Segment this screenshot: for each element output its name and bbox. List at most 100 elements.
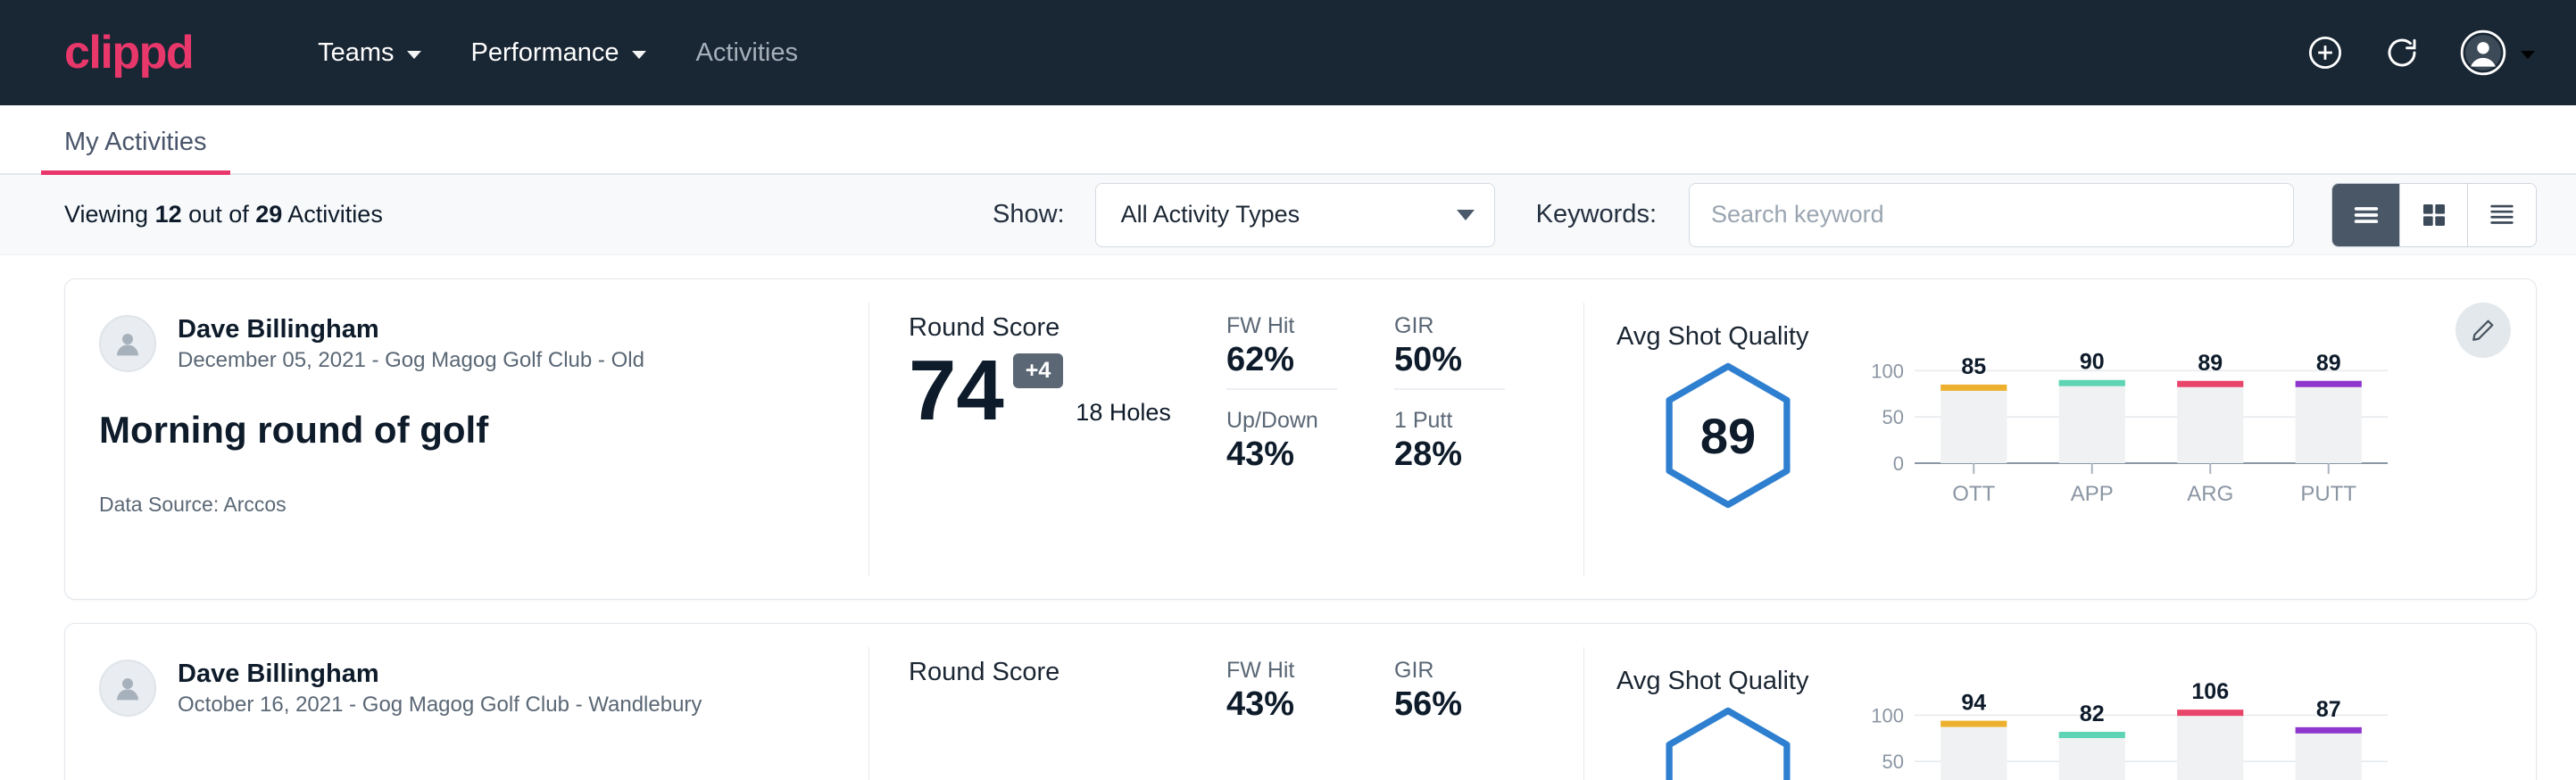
svg-text:94: 94 — [1961, 691, 1986, 716]
stat-gir-value: 50% — [1394, 341, 1505, 379]
activity-card[interactable]: Dave Billingham October 16, 2021 - Gog M… — [64, 623, 2537, 780]
activity-meta: October 16, 2021 - Gog Magog Golf Club -… — [178, 693, 702, 718]
svg-text:OTT: OTT — [1952, 482, 1995, 506]
round-score-label: Round Score — [909, 658, 1209, 687]
avg-shot-quality-section: Avg Shot Quality 05010094OTT82APP106ARG8… — [1584, 624, 2536, 780]
activity-card[interactable]: Dave Billingham December 05, 2021 - Gog … — [64, 278, 2537, 600]
svg-text:50: 50 — [1882, 751, 1904, 773]
activity-author: Dave Billingham December 05, 2021 - Gog … — [99, 313, 868, 373]
stat-gir-label: GIR — [1394, 658, 1505, 684]
nav-item-activities[interactable]: Activities — [671, 38, 823, 68]
search-input[interactable] — [1689, 183, 2294, 247]
chevron-down-icon — [632, 51, 646, 59]
stat-up-down-value: 43% — [1226, 436, 1337, 474]
list-view-icon — [2351, 200, 2381, 230]
stat-fw-hit-value: 62% — [1226, 341, 1337, 379]
viewing-count-text: Viewing 12 out of 29 Activities — [64, 201, 383, 228]
svg-text:0: 0 — [1893, 452, 1904, 475]
nav-item-teams-label: Teams — [318, 38, 394, 68]
author-name: Dave Billingham — [178, 658, 702, 690]
round-score-value: 74 — [909, 348, 1004, 434]
svg-text:APP: APP — [2071, 482, 2114, 506]
avg-shot-quality-hexagon — [1662, 707, 1794, 780]
person-icon — [110, 326, 145, 361]
compact-list-icon — [2487, 200, 2517, 230]
add-circle-icon[interactable] — [2306, 34, 2344, 71]
nav-item-teams[interactable]: Teams — [293, 38, 445, 68]
stat-one-putt: 1 Putt 28% — [1394, 408, 1505, 483]
svg-text:106: 106 — [2191, 683, 2229, 704]
svg-text:ARG: ARG — [2187, 482, 2233, 506]
tab-my-activities[interactable]: My Activities — [41, 128, 230, 173]
stat-gir-value: 56% — [1394, 685, 1505, 724]
activity-data-source: Data Source: Arccos — [99, 493, 868, 517]
account-menu[interactable] — [2460, 29, 2535, 76]
view-mode-list[interactable] — [2332, 184, 2400, 246]
keywords-label: Keywords: — [1536, 200, 1657, 229]
score-to-par-badge: +4 — [1013, 353, 1064, 388]
filter-toolbar: Viewing 12 out of 29 Activities Show: Al… — [0, 175, 2576, 255]
view-mode-grid[interactable] — [2400, 184, 2468, 246]
activity-type-select[interactable]: All Activity Types — [1095, 183, 1495, 247]
refresh-icon[interactable] — [2383, 34, 2421, 71]
svg-text:PUTT: PUTT — [2300, 482, 2356, 506]
activity-meta: December 05, 2021 - Gog Magog Golf Club … — [178, 348, 644, 373]
view-mode-compact[interactable] — [2468, 184, 2536, 246]
avg-shot-quality-value — [1662, 707, 1794, 780]
nav-right-actions — [2306, 29, 2535, 76]
stat-fw-hit-label: FW Hit — [1226, 313, 1337, 339]
stat-up-down: Up/Down 43% — [1226, 408, 1337, 483]
stat-fw-hit: FW Hit 62% — [1226, 313, 1337, 390]
activity-title: Morning round of golf — [99, 409, 868, 452]
round-score-section: Round Score 74 +4 18 Holes — [869, 279, 1209, 599]
stat-one-putt-value: 28% — [1394, 436, 1505, 474]
avatar — [99, 660, 156, 717]
stat-fw-hit: FW Hit 43% — [1226, 658, 1337, 733]
viewing-total: 29 — [255, 201, 282, 228]
svg-text:87: 87 — [2316, 697, 2341, 722]
show-label: Show: — [993, 200, 1065, 229]
stat-fw-hit-value: 43% — [1226, 685, 1337, 724]
activity-summary: Dave Billingham October 16, 2021 - Gog M… — [65, 624, 868, 780]
stat-up-down-label: Up/Down — [1226, 408, 1337, 434]
chevron-down-icon — [1457, 210, 1475, 220]
edit-pencil-icon — [2470, 317, 2497, 344]
edit-activity-button[interactable] — [2456, 303, 2511, 358]
page-tab-bar: My Activities — [0, 105, 2576, 175]
activity-type-select-value: All Activity Types — [1121, 201, 1300, 228]
svg-text:90: 90 — [2080, 350, 2105, 375]
stat-gir-label: GIR — [1394, 313, 1505, 339]
svg-text:100: 100 — [1871, 360, 1904, 382]
svg-text:89: 89 — [2198, 351, 2223, 376]
svg-text:85: 85 — [1961, 354, 1986, 379]
avatar — [99, 315, 156, 372]
activity-author: Dave Billingham October 16, 2021 - Gog M… — [99, 658, 868, 718]
activity-summary: Dave Billingham December 05, 2021 - Gog … — [65, 279, 868, 599]
holes-label: 18 Holes — [1076, 399, 1171, 434]
stat-gir: GIR 56% — [1394, 658, 1505, 733]
view-mode-toggle — [2331, 183, 2537, 247]
avg-shot-quality-label: Avg Shot Quality — [1616, 322, 1840, 352]
avg-shot-quality-label: Avg Shot Quality — [1616, 667, 1840, 696]
viewing-prefix: Viewing — [64, 201, 148, 228]
filter-controls: Show: All Activity Types Keywords: — [993, 183, 2537, 247]
round-stats: FW Hit 62% GIR 50% Up/Down 43% 1 Putt 28… — [1209, 279, 1583, 599]
nav-item-activities-label: Activities — [696, 38, 798, 68]
tab-my-activities-label: My Activities — [64, 128, 207, 156]
round-stats: FW Hit 43% GIR 56% — [1209, 624, 1583, 780]
round-score-section: Round Score — [869, 624, 1209, 780]
chevron-down-icon — [2521, 51, 2535, 59]
main-nav-links: Teams Performance Activities — [293, 38, 823, 68]
viewing-count: 12 — [155, 201, 182, 228]
stat-fw-hit-label: FW Hit — [1226, 658, 1337, 684]
round-score-label: Round Score — [909, 313, 1209, 343]
nav-item-performance-label: Performance — [471, 38, 619, 68]
avg-shot-quality-hexagon: 89 — [1662, 362, 1794, 509]
stat-gir: GIR 50% — [1394, 313, 1505, 390]
activity-card-list: Dave Billingham December 05, 2021 - Gog … — [0, 255, 2576, 780]
nav-item-performance[interactable]: Performance — [446, 38, 671, 68]
app-logo[interactable]: clippd — [64, 29, 193, 76]
grid-view-icon — [2420, 201, 2448, 229]
svg-text:82: 82 — [2080, 701, 2105, 726]
svg-text:100: 100 — [1871, 704, 1904, 726]
